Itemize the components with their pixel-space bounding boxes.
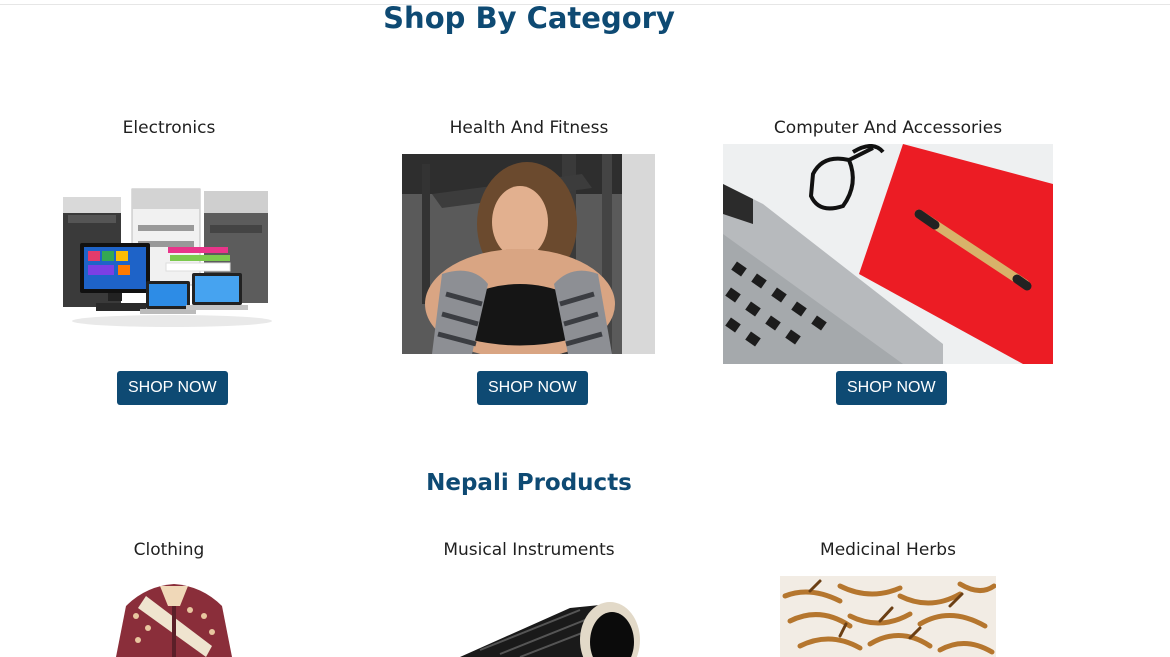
category-label-computer-accessories: Computer And Accessories [773, 118, 1003, 138]
shop-now-button-health-fitness[interactable]: SHOP NOW [477, 371, 588, 405]
shop-now-button-electronics[interactable]: SHOP NOW [117, 371, 228, 405]
page-title: Shop By Category [383, 1, 675, 35]
health-fitness-image[interactable] [402, 154, 655, 354]
medicinal-herbs-image[interactable] [780, 576, 996, 657]
computer-accessories-image[interactable] [723, 144, 1053, 364]
electronics-image[interactable] [60, 185, 284, 327]
category-label-musical-instruments: Musical Instruments [443, 540, 615, 560]
nepali-products-title: Nepali Products [426, 470, 632, 496]
shop-now-button-computer-accessories[interactable]: SHOP NOW [836, 371, 947, 405]
category-label-electronics: Electronics [122, 118, 216, 138]
category-label-health-fitness: Health And Fitness [449, 118, 609, 138]
category-label-medicinal-herbs: Medicinal Herbs [820, 540, 956, 560]
musical-instruments-image[interactable] [460, 600, 640, 657]
category-label-clothing: Clothing [133, 540, 205, 560]
clothing-image[interactable] [116, 576, 232, 657]
